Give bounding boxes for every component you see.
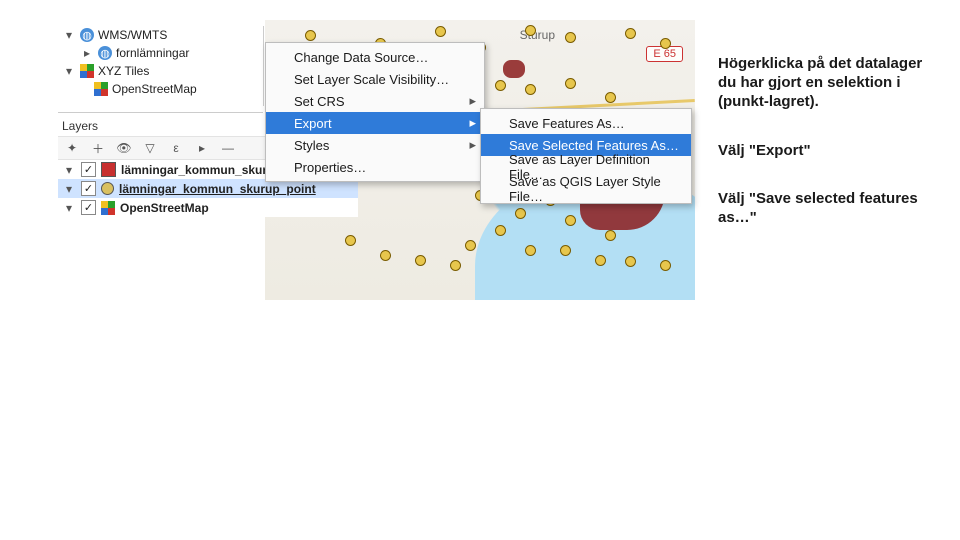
layer-item[interactable]: ▾ ✓ OpenStreetMap bbox=[58, 198, 358, 217]
expand-all-icon[interactable]: ▸ bbox=[192, 138, 212, 158]
context-menu-label: Set CRS bbox=[294, 94, 345, 109]
ctx-styles[interactable]: Styles ▸ bbox=[266, 134, 484, 156]
globe-icon: ◍ bbox=[80, 28, 94, 42]
tree-label: fornlämningar bbox=[116, 46, 189, 60]
circle-yellow-swatch bbox=[101, 182, 114, 195]
tree-item-xyz[interactable]: ▾ XYZ Tiles bbox=[58, 62, 263, 80]
context-menu-label: Change Data Source… bbox=[294, 50, 428, 65]
context-menu-label: Styles bbox=[294, 138, 329, 153]
xyz-icon bbox=[94, 82, 108, 96]
collapse-icon[interactable]: ▾ bbox=[62, 64, 76, 78]
sub-save-features[interactable]: Save Features As… bbox=[481, 112, 691, 134]
layer-label: lämningar_kommun_skurup_point bbox=[119, 182, 316, 196]
ctx-set-crs[interactable]: Set CRS ▸ bbox=[266, 90, 484, 112]
context-menu-label: Save Selected Features As… bbox=[509, 138, 679, 153]
instruction-step-2: Välj "Export" bbox=[718, 142, 928, 161]
layer-label: lämningar_kommun_skuru bbox=[121, 163, 274, 177]
ctx-properties[interactable]: Properties… bbox=[266, 156, 484, 178]
collapse-icon[interactable]: ▾ bbox=[62, 201, 76, 215]
collapse-icon[interactable]: ▾ bbox=[62, 28, 76, 42]
tree-label: XYZ Tiles bbox=[98, 64, 149, 78]
collapse-icon[interactable]: ▾ bbox=[62, 163, 76, 177]
context-menu-label: Save as QGIS Layer Style File… bbox=[509, 174, 681, 204]
context-menu-label: Save Features As… bbox=[509, 116, 625, 131]
tree-label: WMS/WMTS bbox=[98, 28, 167, 42]
xyz-icon bbox=[80, 64, 94, 78]
sub-save-style[interactable]: Save as QGIS Layer Style File… bbox=[481, 178, 691, 200]
layer-label: OpenStreetMap bbox=[120, 201, 209, 215]
chevron-right-icon: ▸ bbox=[469, 93, 476, 109]
context-menu-label: Properties… bbox=[294, 160, 366, 175]
tree-item-wms[interactable]: ▾ ◍ WMS/WMTS bbox=[58, 26, 263, 44]
collapse-icon[interactable]: ▾ bbox=[62, 182, 76, 196]
context-menu: Change Data Source… Set Layer Scale Visi… bbox=[265, 42, 485, 182]
instruction-step-1: Högerklicka på det datalager du har gjor… bbox=[718, 55, 928, 111]
expression-icon[interactable]: ε bbox=[166, 138, 186, 158]
ctx-change-data-source[interactable]: Change Data Source… bbox=[266, 46, 484, 68]
checkbox[interactable]: ✓ bbox=[81, 162, 96, 177]
tree-item-osm[interactable]: OpenStreetMap bbox=[58, 80, 263, 98]
add-group-icon[interactable]: ＋ bbox=[88, 138, 108, 158]
expand-icon[interactable]: ▸ bbox=[80, 46, 94, 60]
ctx-set-layer-visibility[interactable]: Set Layer Scale Visibility… bbox=[266, 68, 484, 90]
chevron-right-icon: ▸ bbox=[469, 137, 476, 153]
context-menu-label: Set Layer Scale Visibility… bbox=[294, 72, 449, 87]
context-menu-label: Export bbox=[294, 116, 332, 131]
toggle-styling-icon[interactable]: ✦ bbox=[62, 138, 82, 158]
square-red-swatch bbox=[101, 162, 116, 177]
filter-icon[interactable]: ▽ bbox=[140, 138, 160, 158]
chevron-right-icon: ▸ bbox=[469, 115, 476, 131]
checkbox[interactable]: ✓ bbox=[81, 200, 96, 215]
xyz-icon bbox=[101, 201, 115, 215]
visibility-icon[interactable]: 👁 bbox=[114, 138, 134, 158]
ctx-export[interactable]: Export ▸ bbox=[266, 112, 484, 134]
checkbox[interactable]: ✓ bbox=[81, 181, 96, 196]
browser-panel: ▾ ◍ WMS/WMTS ▸ ◍ fornlämningar ▾ XYZ Til… bbox=[58, 26, 264, 106]
remove-icon[interactable]: — bbox=[218, 138, 238, 158]
tree-label: OpenStreetMap bbox=[112, 82, 197, 96]
context-submenu-export: Save Features As… Save Selected Features… bbox=[480, 108, 692, 204]
tree-item-wms-child[interactable]: ▸ ◍ fornlämningar bbox=[58, 44, 263, 62]
globe-icon: ◍ bbox=[98, 46, 112, 60]
instruction-step-3: Välj "Save selected features as…" bbox=[718, 190, 928, 228]
